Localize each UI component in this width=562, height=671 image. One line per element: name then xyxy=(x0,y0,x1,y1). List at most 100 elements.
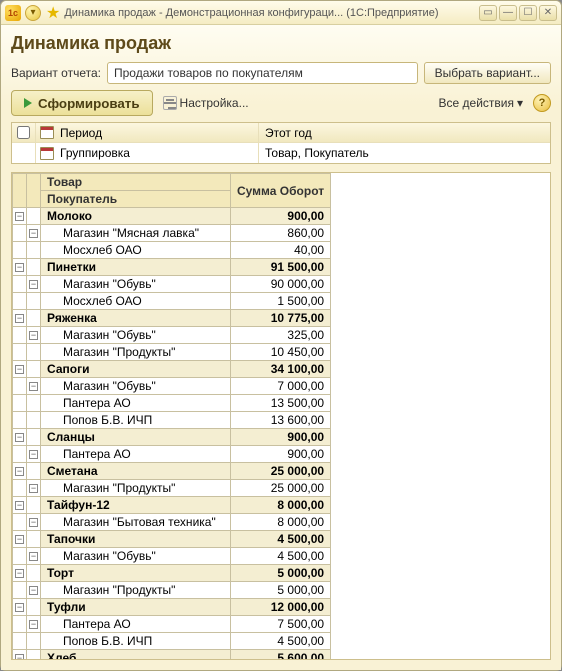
expand-toggle[interactable]: − xyxy=(13,361,27,378)
expand-toggle[interactable] xyxy=(27,412,41,429)
detail-name: Пантера АО xyxy=(41,446,231,463)
all-actions-button[interactable]: Все действия ▾ xyxy=(439,96,524,110)
detail-row[interactable]: − Пантера АО 7 500,00 xyxy=(13,616,331,633)
detail-row[interactable]: − Магазин "Обувь" 325,00 xyxy=(13,327,331,344)
expand-toggle[interactable]: − xyxy=(27,327,41,344)
expand-toggle[interactable]: − xyxy=(13,565,27,582)
params-header-checkbox[interactable] xyxy=(12,123,36,142)
expand-toggle[interactable]: − xyxy=(27,446,41,463)
expand-toggle[interactable]: − xyxy=(27,582,41,599)
detail-value: 13 500,00 xyxy=(231,395,331,412)
window-close-button[interactable]: ✕ xyxy=(539,5,557,21)
expand-toggle[interactable]: − xyxy=(13,208,27,225)
expand-toggle[interactable]: − xyxy=(13,497,27,514)
col-buyer: Покупатель xyxy=(41,191,231,208)
expand-toggle[interactable]: − xyxy=(27,548,41,565)
toolbar: Сформировать Настройка... Все действия ▾… xyxy=(11,90,551,116)
expand-toggle[interactable]: − xyxy=(27,480,41,497)
detail-row[interactable]: − Пантера АО 900,00 xyxy=(13,446,331,463)
detail-row[interactable]: − Магазин "Бытовая техника" 8 000,00 xyxy=(13,514,331,531)
group-row[interactable]: − Пинетки 91 500,00 xyxy=(13,259,331,276)
window-dock-button[interactable]: ▭ xyxy=(479,5,497,21)
detail-row[interactable]: − Магазин "Обувь" 4 500,00 xyxy=(13,548,331,565)
expand-toggle[interactable] xyxy=(27,395,41,412)
window-minimize-button[interactable]: — xyxy=(499,5,517,21)
group-value: 4 500,00 xyxy=(231,531,331,548)
detail-row[interactable]: − Магазин "Обувь" 7 000,00 xyxy=(13,378,331,395)
window-maximize-button[interactable]: ☐ xyxy=(519,5,537,21)
detail-row[interactable]: − Магазин "Мясная лавка" 860,00 xyxy=(13,225,331,242)
run-report-button[interactable]: Сформировать xyxy=(11,90,153,116)
expand-toggle[interactable]: − xyxy=(13,531,27,548)
group-row[interactable]: − Сметана 25 000,00 xyxy=(13,463,331,480)
detail-value: 325,00 xyxy=(231,327,331,344)
detail-row[interactable]: Пантера АО 13 500,00 xyxy=(13,395,331,412)
group-value: 91 500,00 xyxy=(231,259,331,276)
group-row[interactable]: − Хлеб 5 600,00 xyxy=(13,650,331,660)
group-row[interactable]: − Ряженка 10 775,00 xyxy=(13,310,331,327)
detail-name: Мосхлеб ОАО xyxy=(41,293,231,310)
expand-toggle[interactable]: − xyxy=(27,514,41,531)
gutter-cell xyxy=(13,582,27,599)
report-scroll[interactable]: Товар Сумма Оборот Покупатель − Молоко 9… xyxy=(12,173,550,659)
gutter-cell xyxy=(27,208,41,225)
choose-variant-button[interactable]: Выбрать вариант... xyxy=(424,62,551,84)
detail-value: 7 500,00 xyxy=(231,616,331,633)
detail-name: Магазин "Обувь" xyxy=(41,327,231,344)
expand-toggle[interactable]: − xyxy=(27,378,41,395)
detail-row[interactable]: − Магазин "Продукты" 5 000,00 xyxy=(13,582,331,599)
play-icon xyxy=(24,98,32,108)
detail-row[interactable]: Магазин "Продукты" 10 450,00 xyxy=(13,344,331,361)
gutter-cell xyxy=(13,225,27,242)
expand-toggle[interactable]: − xyxy=(13,310,27,327)
group-row[interactable]: − Торт 5 000,00 xyxy=(13,565,331,582)
detail-name: Магазин "Обувь" xyxy=(41,276,231,293)
expand-toggle[interactable]: − xyxy=(13,429,27,446)
col-sum: Сумма Оборот xyxy=(231,174,331,208)
gutter-cell xyxy=(27,599,41,616)
expand-toggle[interactable]: − xyxy=(27,225,41,242)
params-row-value[interactable]: Товар, Покупатель xyxy=(258,143,550,163)
detail-row[interactable]: − Магазин "Продукты" 25 000,00 xyxy=(13,480,331,497)
detail-row[interactable]: Попов Б.В. ИЧП 4 500,00 xyxy=(13,633,331,650)
group-row[interactable]: − Сапоги 34 100,00 xyxy=(13,361,331,378)
nav-dropdown-button[interactable]: ▾ xyxy=(25,5,41,21)
expand-toggle[interactable]: − xyxy=(13,463,27,480)
settings-label: Настройка... xyxy=(180,96,249,110)
expand-toggle[interactable]: − xyxy=(13,259,27,276)
group-row[interactable]: − Тапочки 4 500,00 xyxy=(13,531,331,548)
expand-toggle[interactable] xyxy=(27,242,41,259)
variant-input[interactable] xyxy=(107,62,418,84)
settings-button[interactable]: Настройка... xyxy=(163,96,249,110)
gutter-header xyxy=(27,174,41,208)
detail-value: 10 450,00 xyxy=(231,344,331,361)
expand-toggle[interactable] xyxy=(27,344,41,361)
detail-row[interactable]: Попов Б.В. ИЧП 13 600,00 xyxy=(13,412,331,429)
expand-toggle[interactable]: − xyxy=(27,616,41,633)
detail-value: 4 500,00 xyxy=(231,548,331,565)
expand-toggle[interactable] xyxy=(27,293,41,310)
group-row[interactable]: − Сланцы 900,00 xyxy=(13,429,331,446)
favorite-icon[interactable]: ★ xyxy=(46,3,60,23)
group-name: Сланцы xyxy=(41,429,231,446)
detail-row[interactable]: − Магазин "Обувь" 90 000,00 xyxy=(13,276,331,293)
group-name: Пинетки xyxy=(41,259,231,276)
expand-toggle[interactable] xyxy=(27,633,41,650)
expand-toggle[interactable]: − xyxy=(13,650,27,660)
detail-row[interactable]: Мосхлеб ОАО 40,00 xyxy=(13,242,331,259)
col-product: Товар xyxy=(41,174,231,191)
params-header-value[interactable]: Этот год xyxy=(258,123,550,142)
content-area: Динамика продаж Вариант отчета: Выбрать … xyxy=(1,25,561,670)
gutter-cell xyxy=(13,412,27,429)
detail-row[interactable]: Мосхлеб ОАО 1 500,00 xyxy=(13,293,331,310)
group-row[interactable]: − Туфли 12 000,00 xyxy=(13,599,331,616)
group-row[interactable]: − Тайфун-12 8 000,00 xyxy=(13,497,331,514)
group-row[interactable]: − Молоко 900,00 xyxy=(13,208,331,225)
expand-toggle[interactable]: − xyxy=(13,599,27,616)
calendar-icon xyxy=(40,147,54,160)
variant-row: Вариант отчета: Выбрать вариант... xyxy=(11,62,551,84)
expand-toggle[interactable]: − xyxy=(27,276,41,293)
help-button[interactable]: ? xyxy=(533,94,551,112)
report-table: Товар Сумма Оборот Покупатель − Молоко 9… xyxy=(12,173,331,659)
group-value: 5 600,00 xyxy=(231,650,331,660)
